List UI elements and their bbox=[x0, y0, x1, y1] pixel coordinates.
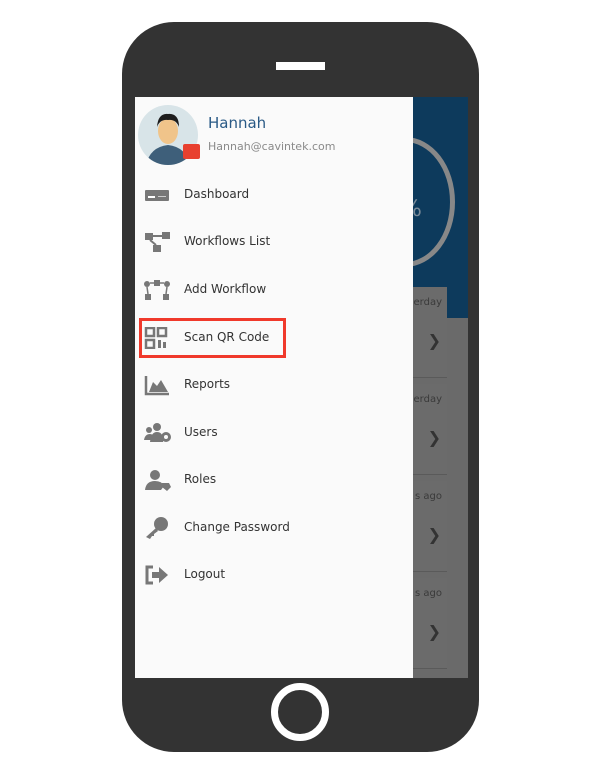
dashboard-icon bbox=[145, 190, 169, 201]
navigation-drawer: Hannah Hannah@cavintek.com Dashboard Wor… bbox=[135, 97, 413, 678]
menu-item-logout[interactable]: Logout bbox=[135, 555, 413, 595]
workflow-list-icon bbox=[145, 232, 170, 252]
camera-icon[interactable] bbox=[183, 144, 200, 159]
chevron-right-icon: ❯ bbox=[427, 622, 441, 641]
menu-item-dashboard[interactable]: Dashboard bbox=[135, 175, 413, 215]
menu-item-change-password[interactable]: Change Password bbox=[135, 508, 413, 548]
home-button[interactable] bbox=[271, 683, 329, 741]
user-email: Hannah@cavintek.com bbox=[208, 140, 336, 153]
user-name: Hannah bbox=[208, 114, 267, 132]
menu-item-workflows-list[interactable]: Workflows List bbox=[135, 222, 413, 262]
logout-icon bbox=[145, 565, 168, 585]
phone-frame: % erday❯ erday❯ s ago❯ s ago❯ Hannah Han… bbox=[122, 22, 479, 752]
chevron-right-icon: ❯ bbox=[427, 331, 441, 350]
speaker bbox=[276, 62, 325, 70]
menu-item-roles[interactable]: Roles bbox=[135, 460, 413, 500]
highlight-box bbox=[139, 318, 286, 358]
chevron-right-icon: ❯ bbox=[427, 525, 441, 544]
chart-icon bbox=[144, 376, 169, 396]
users-gear-icon bbox=[144, 423, 171, 442]
user-tag-icon bbox=[145, 470, 171, 491]
key-icon bbox=[146, 517, 168, 539]
menu-item-reports[interactable]: Reports bbox=[135, 365, 413, 405]
screen: % erday❯ erday❯ s ago❯ s ago❯ Hannah Han… bbox=[135, 97, 468, 678]
add-workflow-icon bbox=[144, 280, 170, 300]
chevron-right-icon: ❯ bbox=[427, 428, 441, 447]
menu-item-add-workflow[interactable]: Add Workflow bbox=[135, 270, 413, 310]
menu-item-users[interactable]: Users bbox=[135, 413, 413, 453]
